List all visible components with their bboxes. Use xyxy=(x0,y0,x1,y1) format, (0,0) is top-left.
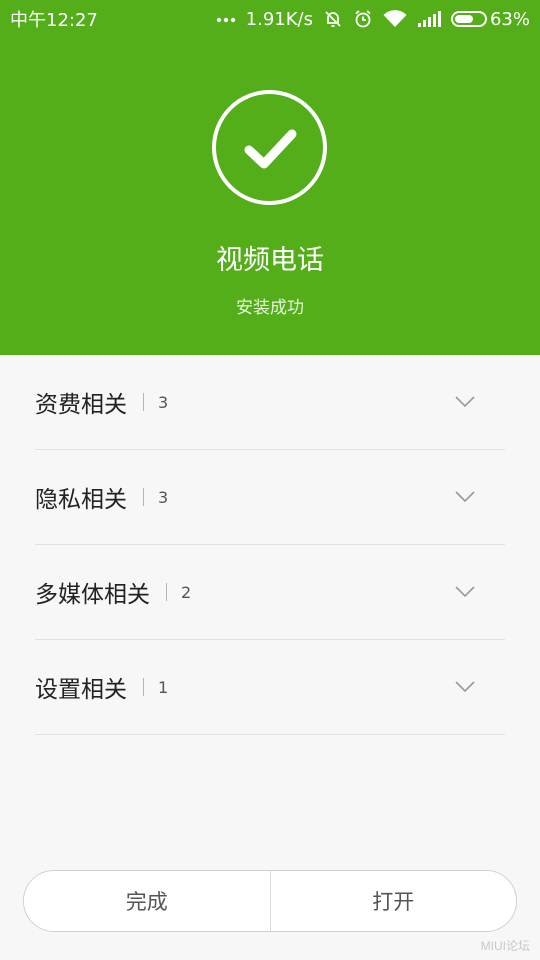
divider xyxy=(166,583,167,601)
install-status: 安装成功 xyxy=(236,298,304,318)
divider xyxy=(143,393,144,411)
done-button[interactable]: 完成 xyxy=(24,871,270,931)
permission-row-multimedia[interactable]: 多媒体相关 2 xyxy=(35,545,505,640)
battery-fill xyxy=(454,15,473,23)
status-time: 中午12:27 xyxy=(10,10,98,31)
permission-label: 隐私相关 xyxy=(35,487,127,513)
permission-list: 资费相关 3 隐私相关 3 多媒体相关 2 设置相关 1 xyxy=(35,355,505,735)
wifi-icon xyxy=(383,10,407,28)
action-bar: 完成 打开 xyxy=(23,870,517,932)
open-button[interactable]: 打开 xyxy=(270,871,516,931)
mute-bell-icon xyxy=(323,9,343,29)
install-header: 中午12:27 1.91K/s 63% 视频电话 安装成功 xyxy=(0,0,540,355)
network-speed: 1.91K/s xyxy=(245,8,313,30)
permission-row-fees[interactable]: 资费相关 3 xyxy=(35,355,505,450)
permission-count: 2 xyxy=(181,582,192,602)
chevron-down-icon[interactable] xyxy=(455,583,475,602)
permission-count: 3 xyxy=(158,487,169,507)
permission-row-settings[interactable]: 设置相关 1 xyxy=(35,640,505,735)
status-bar: 中午12:27 1.91K/s 63% xyxy=(0,0,540,38)
permission-label: 设置相关 xyxy=(35,677,127,703)
status-icons: 1.91K/s 63% xyxy=(216,9,530,30)
divider xyxy=(143,488,144,506)
more-dots-icon xyxy=(216,15,236,23)
watermark: MIUI论坛 xyxy=(480,939,530,953)
check-circle-icon xyxy=(212,90,327,205)
signal-icon xyxy=(417,10,441,28)
chevron-down-icon[interactable] xyxy=(455,488,475,507)
battery-percent: 63% xyxy=(489,8,530,30)
permission-count: 3 xyxy=(158,392,169,412)
battery-body xyxy=(450,11,487,27)
permission-label: 多媒体相关 xyxy=(35,582,150,608)
divider xyxy=(143,678,144,696)
battery-icon: 63% xyxy=(450,8,530,30)
app-name: 视频电话 xyxy=(216,245,324,276)
alarm-icon xyxy=(353,9,373,29)
permission-count: 1 xyxy=(158,677,169,697)
chevron-down-icon[interactable] xyxy=(455,393,475,412)
permission-label: 资费相关 xyxy=(35,392,127,418)
chevron-down-icon[interactable] xyxy=(455,678,475,697)
permission-row-privacy[interactable]: 隐私相关 3 xyxy=(35,450,505,545)
